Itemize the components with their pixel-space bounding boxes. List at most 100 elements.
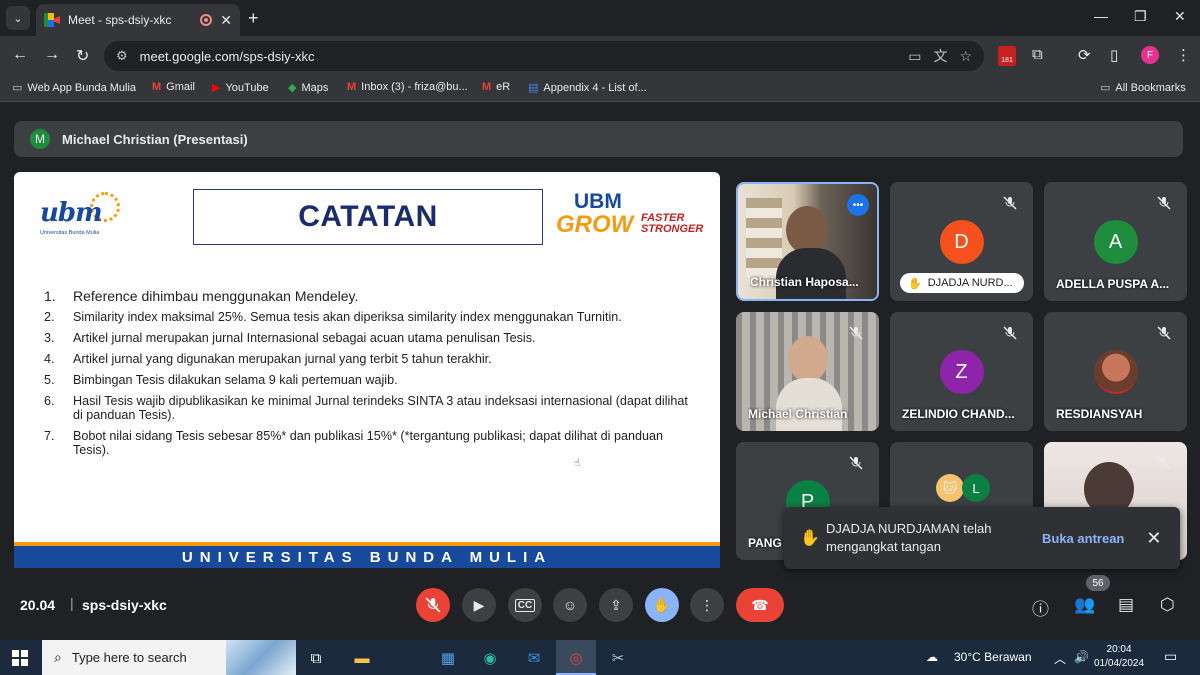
volume-icon[interactable]: 🔊: [1074, 650, 1089, 664]
camera-icon[interactable]: ▭: [908, 48, 921, 65]
list-item: 6. Hasil Tesis wajib dipublikasikan ke mi…: [44, 394, 694, 422]
presenter-bar: M Michael Christian (Presentasi): [14, 121, 1183, 157]
mic-off-icon: [1155, 454, 1173, 472]
raise-hand-icon: ✋: [908, 277, 922, 290]
active-tab[interactable]: Meet - sps-dsiy-xkc ✕: [36, 4, 240, 36]
present-button[interactable]: ⇪: [599, 588, 633, 622]
leave-call-button[interactable]: ☎: [736, 588, 784, 622]
list-item: 5. Bimbingan Tesis dilakukan selama 9 kal…: [44, 373, 694, 387]
people-count-badge: 56: [1086, 575, 1110, 591]
edge-icon[interactable]: ◉: [478, 646, 502, 670]
list-item: 2. Similarity index maksimal 25%. Semua t…: [44, 310, 694, 324]
extensions-icon[interactable]: ⧉: [1032, 46, 1043, 63]
raise-hand-button[interactable]: ✋: [645, 588, 679, 622]
grow-logo-grow: GROW: [556, 211, 634, 238]
video-camera-icon: ▶: [473, 596, 485, 613]
captions-icon: CC: [514, 598, 536, 612]
list-text: Bimbingan Tesis dilakukan selama 9 kali …: [73, 373, 398, 387]
bookmark-item[interactable]: ▭ Web App Bunda Mulia: [12, 81, 136, 95]
presenter-label: Michael Christian (Presentasi): [62, 131, 248, 147]
bookmark-item[interactable]: M Inbox (3) - friza@bu...: [347, 81, 468, 93]
sync-icon[interactable]: ⟳: [1078, 46, 1091, 64]
list-number: 2.: [44, 310, 55, 324]
chrome-menu-icon[interactable]: ⋮: [1176, 46, 1191, 64]
list-number: 5.: [44, 373, 55, 387]
mic-off-icon: [1155, 324, 1173, 342]
mail-icon[interactable]: ✉: [522, 646, 546, 670]
list-number: 1.: [44, 288, 56, 304]
clock-date: 01/04/2024: [1094, 658, 1145, 669]
back-button[interactable]: ←: [12, 46, 28, 64]
mic-toggle-button[interactable]: [416, 588, 450, 622]
camera-toggle-button[interactable]: ▶: [462, 588, 496, 622]
close-window-button[interactable]: ✕: [1174, 8, 1186, 25]
participant-tile[interactable]: D ✋ DJADJA NURD...: [890, 182, 1033, 301]
weather-icon[interactable]: ☁: [926, 650, 938, 664]
list-item: 4. Artikel jurnal yang digunakan merupaka…: [44, 352, 694, 366]
notification-text: DJADJA NURDJAMAN telah mengangkat tangan: [826, 521, 992, 554]
participant-avatar: D: [939, 220, 984, 264]
tab-search-button[interactable]: ⌄: [6, 6, 30, 30]
reload-button[interactable]: ↻: [76, 46, 89, 66]
participant-name: DJADJA NURD...: [927, 277, 1013, 289]
task-view-icon[interactable]: ⧉: [304, 646, 328, 670]
open-queue-button[interactable]: Buka antrean: [1042, 531, 1124, 546]
more-options-icon[interactable]: •••: [847, 194, 869, 216]
bookmark-label: Gmail: [166, 81, 195, 93]
extension-badge-icon[interactable]: 181: [998, 46, 1016, 66]
meeting-details-icon[interactable]: ⓘ: [1032, 595, 1049, 620]
people-icon[interactable]: 👥: [1074, 595, 1095, 615]
search-highlight-image: [226, 640, 296, 675]
taskbar-search[interactable]: ⌕ Type here to search: [42, 640, 296, 675]
meet-control-bar: 20.04 | sps-dsiy-xkc ▶ CC ☺ ⇪ ✋ ⋮ ☎ ⓘ 56…: [0, 575, 1200, 631]
participant-tile[interactable]: Z ZELINDIO CHAND...: [890, 312, 1033, 431]
notification-center-icon[interactable]: ▭: [1164, 648, 1177, 665]
bookmark-item[interactable]: ▶ YouTube: [212, 81, 269, 95]
participant-tile[interactable]: ••• Christian Haposa...: [736, 182, 879, 301]
translate-icon[interactable]: 文: [933, 46, 947, 66]
site-info-icon[interactable]: ⚙: [116, 48, 128, 64]
participant-name: Christian Haposa...: [750, 275, 859, 289]
mic-off-icon: [847, 324, 865, 342]
address-bar[interactable]: ⚙ meet.google.com/sps-dsiy-xkc ▭ 文 ☆: [104, 41, 984, 71]
participant-tile[interactable]: A ADELLA PUSPA A...: [1044, 182, 1187, 301]
windows-start-icon[interactable]: [12, 650, 28, 666]
file-explorer-icon[interactable]: ▬: [350, 646, 374, 670]
close-notification-icon[interactable]: ✕: [1146, 528, 1161, 549]
chat-icon[interactable]: ▤: [1118, 595, 1134, 615]
participant-name: RESDIANSYAH: [1056, 407, 1143, 421]
system-clock[interactable]: 20:04 01/04/2024: [1094, 643, 1144, 671]
more-options-button[interactable]: ⋮: [690, 588, 724, 622]
forward-button[interactable]: →: [44, 46, 60, 64]
tray-chevron-icon[interactable]: ︿: [1054, 650, 1066, 667]
store-icon[interactable]: ▦: [436, 646, 460, 670]
bookmark-item[interactable]: ▤ Appendix 4 - List of...: [528, 81, 647, 95]
bookmark-star-icon[interactable]: ☆: [959, 48, 972, 65]
list-text: Hasil Tesis wajib dipublikasikan ke mini…: [73, 394, 688, 422]
participant-avatar: L: [962, 474, 990, 502]
tab-close-icon[interactable]: ✕: [220, 12, 232, 29]
new-tab-button[interactable]: +: [248, 8, 259, 29]
participant-tile[interactable]: Michael Christian: [736, 312, 879, 431]
participant-avatar: A: [1093, 220, 1138, 264]
bookmark-item[interactable]: M eR: [482, 81, 510, 93]
weather-text[interactable]: 30°C Berawan: [954, 650, 1032, 664]
snipping-tool-icon[interactable]: ✂: [606, 646, 630, 670]
profile-avatar[interactable]: F: [1141, 46, 1159, 64]
bookmark-item[interactable]: M Gmail: [152, 81, 195, 93]
all-bookmarks[interactable]: ▭ All Bookmarks: [1100, 81, 1186, 95]
bookmark-item[interactable]: ◆ Maps: [288, 81, 328, 95]
side-panel-icon[interactable]: ▯: [1110, 46, 1118, 64]
participant-name: ZELINDIO CHAND...: [902, 407, 1015, 421]
activities-icon[interactable]: ⬡: [1160, 595, 1175, 615]
meet-logo-icon: [44, 13, 60, 27]
chrome-icon[interactable]: ◎: [564, 646, 588, 670]
reactions-button[interactable]: ☺: [553, 588, 587, 622]
clock-time: 20:04: [1106, 644, 1132, 655]
captions-button[interactable]: CC: [508, 588, 542, 622]
mic-off-icon: [1155, 194, 1173, 212]
minimize-button[interactable]: —: [1094, 8, 1108, 24]
restore-button[interactable]: ❐: [1134, 8, 1147, 25]
url-text[interactable]: meet.google.com/sps-dsiy-xkc: [140, 49, 897, 64]
participant-tile[interactable]: RESDIANSYAH: [1044, 312, 1187, 431]
